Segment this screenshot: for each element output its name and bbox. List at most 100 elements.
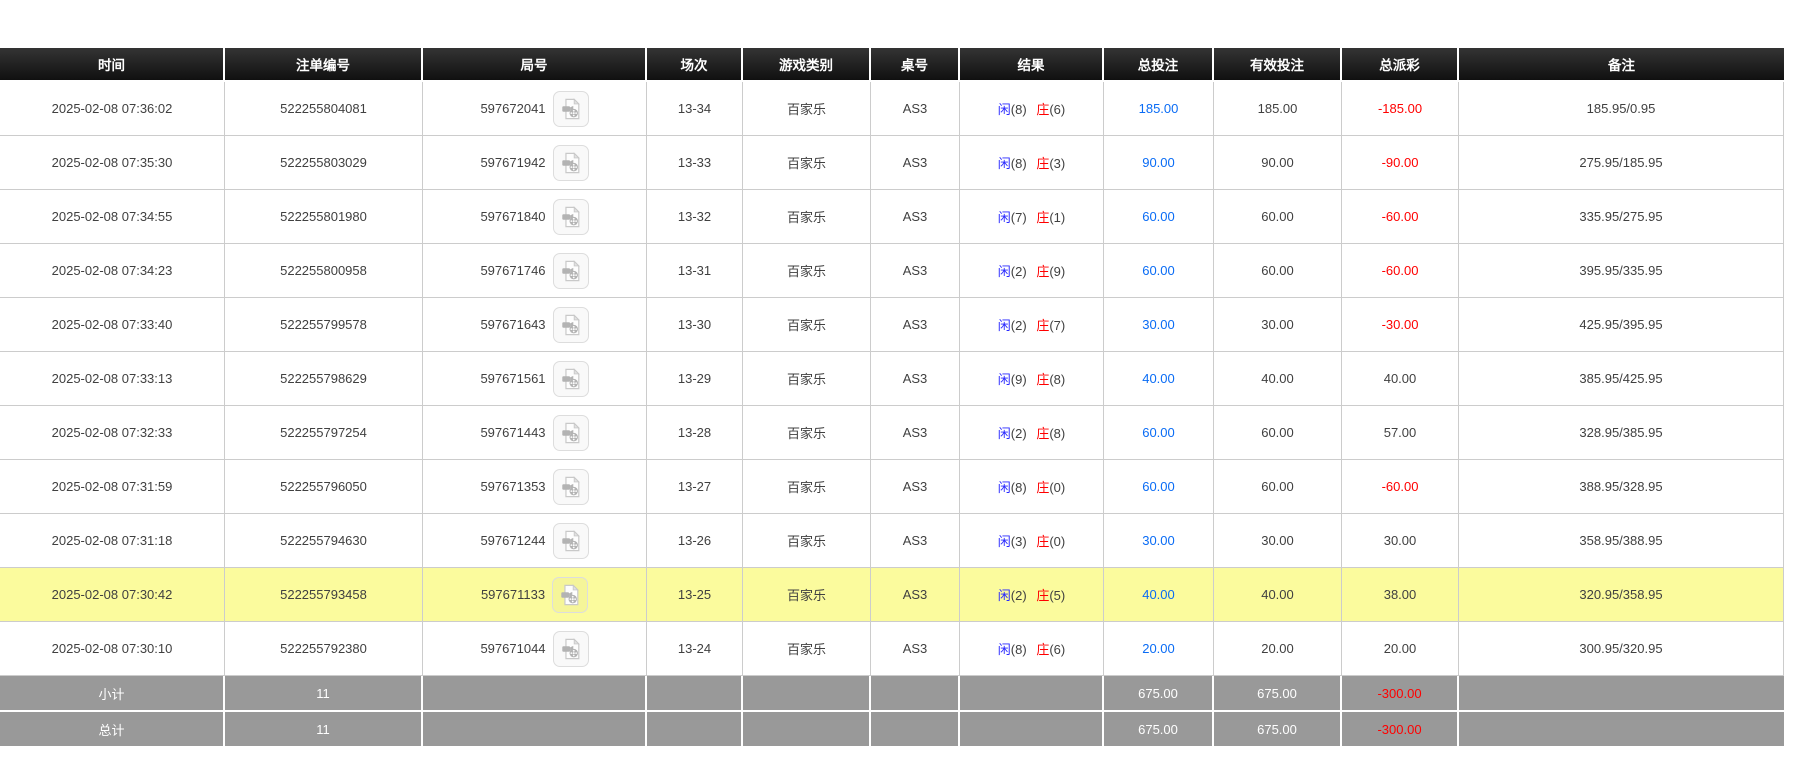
- banker-result-label: 庄: [1036, 318, 1050, 333]
- video-replay-button[interactable]: [552, 252, 589, 289]
- total-bet-link[interactable]: 40.00: [1104, 568, 1214, 622]
- video-file-icon: [560, 97, 582, 120]
- bet-id: 522255792380: [225, 622, 423, 676]
- table-no: AS3: [871, 82, 960, 136]
- table-row[interactable]: 2025-02-08 07:32:33 522255797254 5976714…: [0, 406, 1784, 460]
- total-bet-link[interactable]: 60.00: [1104, 190, 1214, 244]
- remark: 385.95/425.95: [1459, 352, 1784, 406]
- result: 闲(3) 庄(0): [960, 514, 1104, 568]
- col-header-remark: 备注: [1459, 48, 1784, 82]
- video-replay-button[interactable]: [552, 576, 589, 613]
- total-empty-cell: [743, 712, 871, 748]
- banker-score: (3): [1049, 156, 1066, 171]
- video-file-icon: [560, 313, 582, 336]
- valid-bet: 40.00: [1214, 352, 1342, 406]
- video-replay-button[interactable]: [552, 144, 589, 181]
- round-id: 597671840: [480, 209, 546, 224]
- video-replay-button[interactable]: [552, 630, 589, 667]
- table-row[interactable]: 2025-02-08 07:33:13 522255798629 5976715…: [0, 352, 1784, 406]
- col-header-round-id: 局号: [423, 48, 647, 82]
- table-row[interactable]: 2025-02-08 07:34:55 522255801980 5976718…: [0, 190, 1784, 244]
- total-remark: [1459, 712, 1784, 748]
- player-result-label: 闲: [997, 372, 1011, 387]
- bet-id: 522255801980: [225, 190, 423, 244]
- remark: 300.95/320.95: [1459, 622, 1784, 676]
- payout: -60.00: [1342, 190, 1459, 244]
- subtotal-empty-cell: [960, 676, 1104, 712]
- round-cell: 597672041: [423, 82, 647, 136]
- session-no: 13-26: [647, 514, 743, 568]
- table-row[interactable]: 2025-02-08 07:31:18 522255794630 5976712…: [0, 514, 1784, 568]
- total-bet-link[interactable]: 60.00: [1104, 244, 1214, 298]
- player-result-label: 闲: [997, 210, 1011, 225]
- round-cell: 597671133: [423, 568, 647, 622]
- result: 闲(2) 庄(7): [960, 298, 1104, 352]
- round-cell: 597671044: [423, 622, 647, 676]
- total-bet-link[interactable]: 30.00: [1104, 514, 1214, 568]
- table-footer: 小计 11 675.00 675.00 -300.00 总计 11 675.00…: [0, 676, 1784, 748]
- table-row[interactable]: 2025-02-08 07:30:10 522255792380 5976710…: [0, 622, 1784, 676]
- payout: -185.00: [1342, 82, 1459, 136]
- bet-id: 522255794630: [225, 514, 423, 568]
- bet-time: 2025-02-08 07:31:18: [0, 514, 225, 568]
- round-cell: 597671746: [423, 244, 647, 298]
- bet-time: 2025-02-08 07:34:23: [0, 244, 225, 298]
- valid-bet: 90.00: [1214, 136, 1342, 190]
- col-header-result: 结果: [960, 48, 1104, 82]
- remark: 335.95/275.95: [1459, 190, 1784, 244]
- total-empty-cell: [423, 712, 647, 748]
- table-row[interactable]: 2025-02-08 07:30:42 522255793458 5976711…: [0, 568, 1784, 622]
- banker-score: (0): [1049, 480, 1066, 495]
- subtotal-count: 11: [225, 676, 423, 712]
- video-replay-button[interactable]: [552, 198, 589, 235]
- player-score: (2): [1010, 264, 1027, 279]
- table-no: AS3: [871, 352, 960, 406]
- valid-bet: 60.00: [1214, 190, 1342, 244]
- session-no: 13-34: [647, 82, 743, 136]
- video-file-icon: [560, 529, 582, 552]
- table-row[interactable]: 2025-02-08 07:31:59 522255796050 5976713…: [0, 460, 1784, 514]
- valid-bet: 30.00: [1214, 514, 1342, 568]
- total-empty-cell: [871, 712, 960, 748]
- table-row[interactable]: 2025-02-08 07:34:23 522255800958 5976717…: [0, 244, 1784, 298]
- round-cell: 597671244: [423, 514, 647, 568]
- video-replay-button[interactable]: [552, 414, 589, 451]
- video-replay-button[interactable]: [552, 306, 589, 343]
- round-cell: 597671942: [423, 136, 647, 190]
- table-row[interactable]: 2025-02-08 07:33:40 522255799578 5976716…: [0, 298, 1784, 352]
- player-result-label: 闲: [997, 156, 1011, 171]
- payout: 57.00: [1342, 406, 1459, 460]
- table-header: 时间 注单编号 局号 场次 游戏类别 桌号 结果 总投注 有效投注 总派彩 备注: [0, 48, 1784, 82]
- round-id: 597671643: [480, 317, 546, 332]
- round-cell: 597671561: [423, 352, 647, 406]
- video-replay-button[interactable]: [552, 468, 589, 505]
- subtotal-remark: [1459, 676, 1784, 712]
- total-bet-link[interactable]: 90.00: [1104, 136, 1214, 190]
- total-empty-cell: [647, 712, 743, 748]
- subtotal-valid-bet: 675.00: [1214, 676, 1342, 712]
- video-file-icon: [560, 367, 582, 390]
- total-bet-link[interactable]: 20.00: [1104, 622, 1214, 676]
- valid-bet: 60.00: [1214, 460, 1342, 514]
- total-bet-link[interactable]: 30.00: [1104, 298, 1214, 352]
- video-replay-button[interactable]: [552, 522, 589, 559]
- total-bet-link[interactable]: 40.00: [1104, 352, 1214, 406]
- round-id: 597672041: [480, 101, 546, 116]
- video-replay-button[interactable]: [552, 90, 589, 127]
- table-no: AS3: [871, 568, 960, 622]
- result: 闲(2) 庄(9): [960, 244, 1104, 298]
- valid-bet: 40.00: [1214, 568, 1342, 622]
- col-header-total-bet: 总投注: [1104, 48, 1214, 82]
- table-row[interactable]: 2025-02-08 07:36:02 522255804081 5976720…: [0, 82, 1784, 136]
- banker-score: (5): [1049, 588, 1066, 603]
- table-row[interactable]: 2025-02-08 07:35:30 522255803029 5976719…: [0, 136, 1784, 190]
- bet-time: 2025-02-08 07:33:40: [0, 298, 225, 352]
- valid-bet: 60.00: [1214, 406, 1342, 460]
- video-replay-button[interactable]: [552, 360, 589, 397]
- session-no: 13-32: [647, 190, 743, 244]
- total-bet-link[interactable]: 185.00: [1104, 82, 1214, 136]
- total-bet-link[interactable]: 60.00: [1104, 406, 1214, 460]
- total-bet-link[interactable]: 60.00: [1104, 460, 1214, 514]
- game-type: 百家乐: [743, 352, 871, 406]
- remark: 358.95/388.95: [1459, 514, 1784, 568]
